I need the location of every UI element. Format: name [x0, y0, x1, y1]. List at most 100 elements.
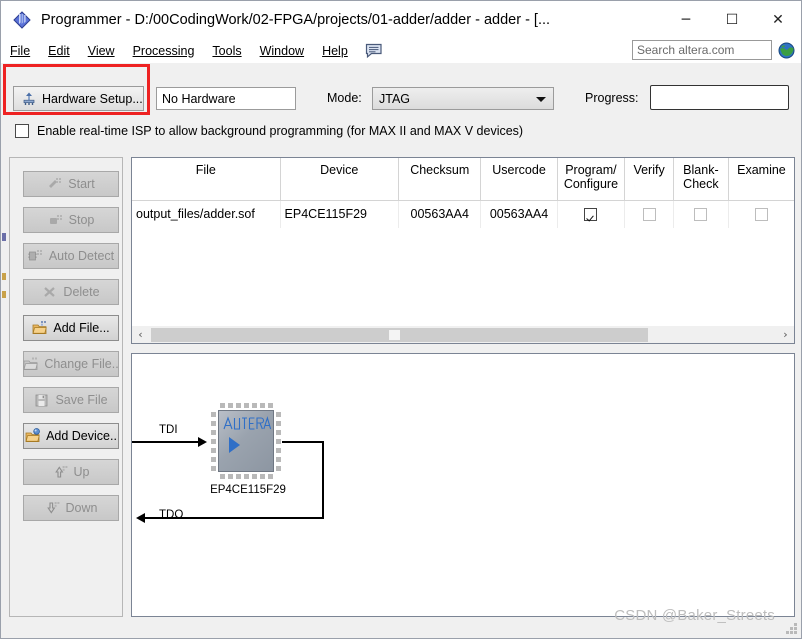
- watermark-text: CSDN @Baker_Streets: [614, 607, 775, 624]
- tdi-arrowhead-icon: [198, 437, 207, 447]
- realtime-isp-label: Enable real-time ISP to allow background…: [37, 124, 524, 138]
- col-header-program-line2: Configure: [563, 177, 619, 191]
- sidebar-item-save-file[interactable]: Save File: [23, 387, 119, 413]
- cell-checksum: 00563AA4: [398, 200, 482, 228]
- sidebar-item-add-device[interactable]: Add Device..: [23, 423, 119, 449]
- window-controls: ─ ☐ ✕: [663, 1, 801, 38]
- menu-tools-label: Tools: [212, 43, 242, 58]
- sidebar-item-stop[interactable]: Stop: [23, 207, 119, 233]
- sidebar-item-add-file-label: Add File...: [53, 321, 110, 335]
- resize-grip-icon[interactable]: [785, 622, 797, 634]
- mode-select[interactable]: JTAG: [372, 87, 554, 110]
- menu-help[interactable]: Help: [313, 42, 357, 60]
- hardware-value-field[interactable]: No Hardware: [156, 87, 296, 110]
- close-icon: ✕: [772, 11, 784, 28]
- menu-bar: File Edit View Processing Tools Window H…: [1, 38, 801, 63]
- tdo-label: TDO: [159, 509, 184, 521]
- cell-verify[interactable]: [624, 200, 674, 228]
- sidebar-item-delete-label: Delete: [63, 285, 100, 299]
- device-table: File Device Checksum Usercode Program/ C…: [132, 158, 794, 228]
- sidebar-item-change-file[interactable]: Change File..: [23, 351, 119, 377]
- col-header-device-label: Device: [320, 163, 359, 177]
- scroll-left-arrow-icon[interactable]: ‹: [132, 327, 149, 343]
- cell-device[interactable]: EP4CE115F29: [280, 200, 399, 228]
- col-header-program-line1: Program/: [565, 163, 617, 177]
- menu-edit[interactable]: Edit: [39, 42, 79, 60]
- close-button[interactable]: ✕: [755, 1, 801, 38]
- hardware-setup-button[interactable]: Hardware Setup...: [13, 86, 144, 111]
- col-header-usercode[interactable]: Usercode: [480, 158, 558, 201]
- fpga-chip[interactable]: [210, 402, 282, 480]
- maximize-button[interactable]: ☐: [709, 1, 755, 38]
- sidebar-item-save-file-label: Save File: [55, 393, 108, 407]
- col-header-checksum-label: Checksum: [410, 163, 470, 177]
- menu-view[interactable]: View: [79, 42, 124, 60]
- col-header-verify-label: Verify: [633, 163, 665, 177]
- sidebar-item-stop-label: Stop: [68, 213, 95, 227]
- realtime-isp-checkbox[interactable]: [15, 124, 29, 138]
- sidebar-item-add-file[interactable]: Add File...: [23, 315, 119, 341]
- sidebar-item-start[interactable]: Start: [23, 171, 119, 197]
- menu-processing-label: Processing: [132, 43, 195, 58]
- menu-file[interactable]: File: [1, 42, 39, 60]
- sidebar-item-down[interactable]: Down: [23, 495, 119, 521]
- col-header-verify[interactable]: Verify: [624, 158, 674, 201]
- start-icon: [47, 176, 63, 192]
- edge-fragment-3: [2, 291, 6, 298]
- col-header-blank-line1: Blank-: [683, 163, 719, 177]
- chip-body: [218, 410, 274, 472]
- scrollbar-track[interactable]: [149, 326, 777, 343]
- arrow-down-icon: [45, 500, 61, 516]
- col-header-blank-line2: Check: [683, 177, 719, 191]
- menu-processing[interactable]: Processing: [124, 42, 204, 60]
- table-row[interactable]: output_files/adder.sof EP4CE115F29 00563…: [132, 200, 794, 228]
- jtag-chain-diagram[interactable]: TDI EP4CE115F29 TDO: [131, 353, 795, 617]
- blank-check-checkbox[interactable]: [694, 208, 708, 222]
- examine-checkbox[interactable]: [754, 208, 768, 222]
- search-input[interactable]: [632, 40, 772, 60]
- verify-checkbox[interactable]: [642, 208, 656, 222]
- col-header-program-configure[interactable]: Program/ Configure: [557, 158, 626, 201]
- sidebar-item-start-label: Start: [68, 177, 95, 191]
- quartus-programmer-icon: [11, 9, 33, 31]
- col-header-file[interactable]: File: [132, 158, 281, 201]
- cell-examine[interactable]: [728, 200, 794, 228]
- col-header-device[interactable]: Device: [280, 158, 399, 201]
- globe-icon[interactable]: [778, 42, 795, 59]
- diagram-canvas: TDI EP4CE115F29 TDO: [132, 354, 794, 616]
- tdi-label: TDI: [159, 424, 178, 436]
- scrollbar-thumb[interactable]: [151, 327, 648, 342]
- delete-icon: [42, 284, 58, 300]
- window-title: Programmer - D:/00CodingWork/02-FPGA/pro…: [41, 11, 551, 28]
- sidebar-item-down-label: Down: [65, 501, 98, 515]
- col-header-examine[interactable]: Examine: [728, 158, 794, 201]
- chip-play-icon: [229, 437, 240, 453]
- menu-window[interactable]: Window: [251, 42, 313, 60]
- sidebar-item-up[interactable]: Up: [23, 459, 119, 485]
- stop-icon: [48, 212, 64, 228]
- sidebar-item-auto-detect[interactable]: Auto Detect: [23, 243, 119, 269]
- col-header-checksum[interactable]: Checksum: [398, 158, 482, 201]
- hardware-toolbar: Hardware Setup... No Hardware Mode: JTAG…: [1, 63, 801, 115]
- device-caption: EP4CE115F29: [210, 484, 286, 496]
- tdo-arrowhead-icon: [136, 513, 145, 523]
- minimize-icon: ─: [681, 11, 691, 28]
- cell-file[interactable]: output_files/adder.sof: [132, 200, 281, 228]
- program-configure-checkbox[interactable]: [584, 208, 598, 222]
- menu-window-label: Window: [259, 43, 305, 58]
- menubar-right-group: [632, 40, 795, 60]
- cell-program-configure[interactable]: [557, 200, 626, 228]
- table-horizontal-scrollbar[interactable]: ‹ ›: [131, 326, 795, 344]
- cell-blank-check[interactable]: [673, 200, 729, 228]
- speech-bubble-icon[interactable]: [365, 43, 383, 59]
- hardware-setup-label: Hardware Setup...: [42, 91, 143, 106]
- menu-tools[interactable]: Tools: [203, 42, 250, 60]
- sidebar-item-delete[interactable]: Delete: [23, 279, 119, 305]
- minimize-button[interactable]: ─: [663, 1, 709, 38]
- edge-fragment-1: [2, 233, 6, 241]
- chain-wire-out: [282, 441, 324, 443]
- scroll-right-arrow-icon[interactable]: ›: [777, 327, 794, 343]
- menu-view-label: View: [87, 43, 115, 58]
- col-header-blank-check[interactable]: Blank- Check: [673, 158, 729, 201]
- change-file-icon: [23, 356, 39, 372]
